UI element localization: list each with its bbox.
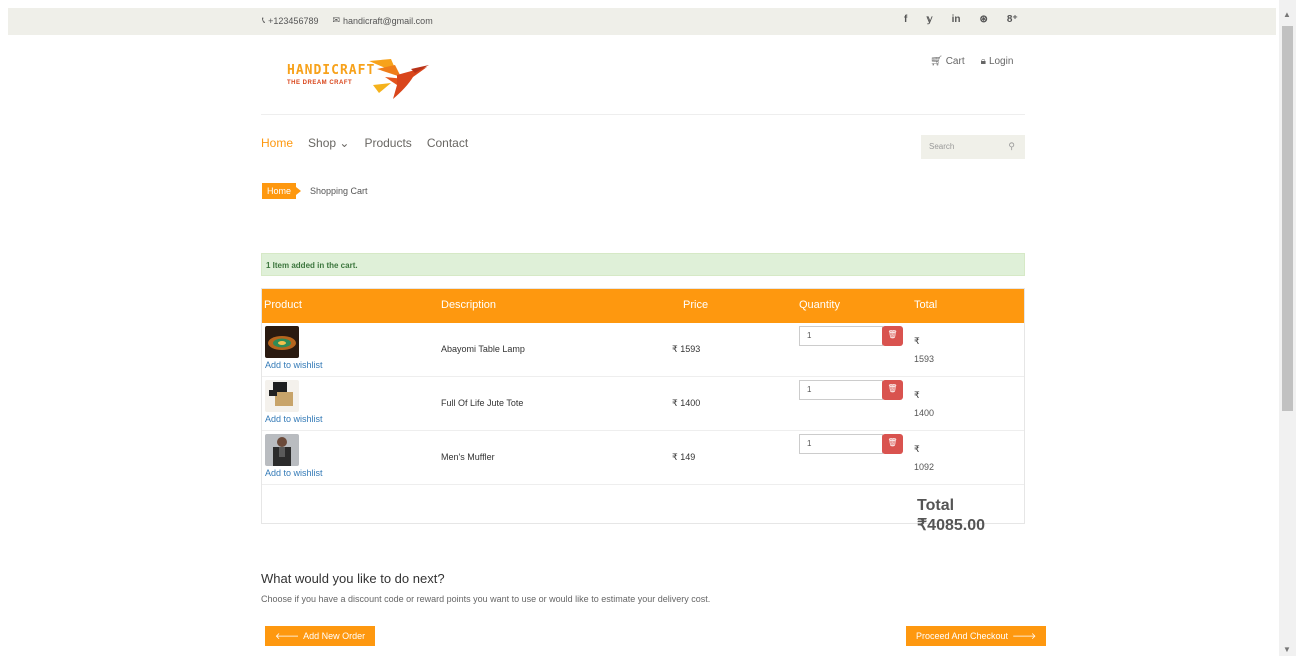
cart-link[interactable]: 🛒︎ Cart [930,56,965,67]
currency-symbol: ₹ [914,336,920,346]
column-header-quantity: Quantity [799,299,840,311]
lock-icon: 🔒︎ [980,56,986,67]
google-plus-icon[interactable]: 8⁺ [1007,14,1018,25]
breadcrumb-home[interactable]: Home [262,183,302,199]
twitter-icon[interactable]: 𝕪 [926,14,932,25]
nav-item-home[interactable]: Home [261,136,293,150]
delete-button[interactable]: 🗑︎ [882,434,903,454]
next-steps-subtitle: Choose if you have a discount code or re… [261,594,711,604]
column-header-product: Product [264,299,302,311]
cart-table-header: Product Description Price Quantity Total [262,289,1024,323]
row-total: 1593 [914,354,935,364]
add-to-wishlist-link[interactable]: Add to wishlist [265,414,323,424]
top-strip [0,0,1279,8]
product-thumbnail[interactable] [265,380,299,412]
product-thumbnail[interactable] [265,326,299,358]
logo-brand: HANDICRAFT [287,63,376,78]
search-icon[interactable]: ⚲ [1008,141,1015,152]
linkedin-icon[interactable]: in [952,14,961,25]
header-divider [261,114,1025,115]
product-price: ₹ 1400 [672,398,701,408]
phone-number: +123456789 [268,15,319,26]
cart-row: Add to wishlist Full Of Life Jute Tote ₹… [262,377,1024,431]
product-price: ₹ 149 [672,452,696,462]
quantity-input[interactable]: 1 [799,380,883,400]
hummingbird-icon [369,59,429,99]
search-placeholder: Search [929,142,955,151]
chevron-down-icon: ⌄ [339,136,350,150]
nav-item-contact[interactable]: Contact [427,136,468,150]
product-description: Abayomi Table Lamp [441,344,525,354]
column-header-price: Price [683,299,709,311]
product-thumbnail[interactable] [265,434,299,466]
search-input[interactable]: Search ⚲ [921,135,1025,159]
breadcrumb-current: Shopping Cart [310,186,368,196]
vertical-scrollbar[interactable]: ▲ ▼ [1279,0,1296,656]
add-new-order-button[interactable]: 🡐 Add New Order [265,626,376,646]
phone-contact[interactable]: 📞︎ +123456789 [262,15,318,26]
nav-item-products[interactable]: Products [364,136,411,150]
shopping-cart-icon: 🛒︎ [930,56,943,67]
success-alert: 1 Item added in the cart. [261,253,1025,276]
logo-tagline: THE DREAM CRAFT [287,80,353,86]
scroll-up-icon[interactable]: ▲ [1283,10,1291,19]
phone-icon: 📞︎ [262,15,266,25]
nav-item-shop[interactable]: Shop ⌄ [308,136,349,150]
quantity-input[interactable]: 1 [799,326,883,346]
proceed-checkout-label: Proceed And Checkout [916,631,1009,641]
site-logo[interactable]: HANDICRAFT THE DREAM CRAFT [283,55,433,103]
currency-symbol: ₹ [914,390,920,400]
row-total: 1400 [914,408,935,418]
scroll-down-icon[interactable]: ▼ [1283,645,1291,654]
contact-info: 📞︎ +123456789 ✉ handicraft@gmail.com [262,15,433,26]
delete-button[interactable]: 🗑︎ [882,380,903,400]
cart-row: Add to wishlist Abayomi Table Lamp ₹ 159… [262,323,1024,377]
nav-item-shop-label: Shop [308,136,337,150]
proceed-checkout-button[interactable]: Proceed And Checkout 🡒 [906,626,1047,646]
add-to-wishlist-link[interactable]: Add to wishlist [265,468,323,478]
arrow-left-icon: 🡐 [275,630,300,641]
cart-row: Add to wishlist Men's Muffler ₹ 149 1 🗑︎… [262,431,1024,485]
breadcrumb: Home Shopping Cart [262,183,368,199]
column-header-total: Total [914,299,938,311]
quantity-input[interactable]: 1 [799,434,883,454]
email-address: handicraft@gmail.com [343,15,433,26]
trash-icon: 🗑︎ [887,384,898,393]
trash-icon: 🗑︎ [887,438,898,447]
login-label: Login [988,56,1014,67]
add-to-wishlist-link[interactable]: Add to wishlist [265,360,323,370]
row-total: 1092 [914,462,935,472]
delete-button[interactable]: 🗑︎ [882,326,903,346]
cart-label: Cart [945,56,965,67]
column-header-description: Description [441,299,497,311]
envelope-icon: ✉ [332,15,341,25]
social-links: f 𝕪 in ⊛ 8⁺ [904,14,1018,25]
facebook-icon[interactable]: f [904,14,907,25]
product-description: Men's Muffler [441,452,495,462]
trash-icon: 🗑︎ [887,330,898,339]
currency-symbol: ₹ [914,444,920,454]
arrow-right-icon: 🡒 [1012,630,1037,641]
cart-table: Product Description Price Quantity Total… [261,288,1025,534]
top-bar: 📞︎ +123456789 ✉ handicraft@gmail.com f 𝕪… [8,8,1276,35]
dribbble-icon[interactable]: ⊛ [979,14,987,25]
product-price: ₹ 1593 [672,344,701,354]
add-new-order-label: Add New Order [303,631,366,641]
login-link[interactable]: 🔒︎ Login [981,56,1014,67]
product-description: Full Of Life Jute Tote [441,398,524,408]
email-contact[interactable]: ✉ handicraft@gmail.com [332,15,432,26]
header-links: 🛒︎ Cart 🔒︎ Login [930,56,1013,67]
scrollbar-thumb[interactable] [1282,26,1293,411]
main-nav: Home Shop ⌄ Products Contact [261,136,468,150]
grand-total: Total ₹4085.00 [917,497,986,534]
next-steps-title: What would you like to do next? [261,571,445,586]
